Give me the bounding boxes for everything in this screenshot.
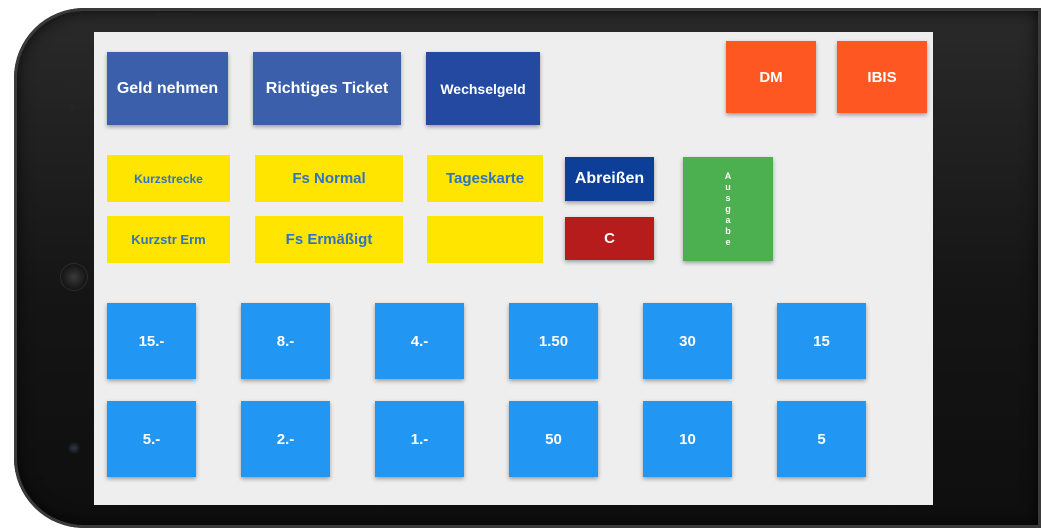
amount-button-8[interactable]: 8.- [241,303,330,379]
ausgabe-label-char: b [725,225,731,236]
kurzstrecke-button[interactable]: Kurzstrecke [107,155,230,202]
ausgabe-label-char: e [725,236,731,247]
amount-button-1[interactable]: 1.- [375,401,464,477]
amount-button-4[interactable]: 4.- [375,303,464,379]
dm-button[interactable]: DM [726,41,816,113]
tageskarte-button[interactable]: Tageskarte [427,155,543,202]
clear-button[interactable]: C [565,217,654,260]
wechselgeld-button[interactable]: Wechselgeld [426,52,540,125]
amount-button-1-50[interactable]: 1.50 [509,303,598,379]
ausgabe-label-char: g [725,203,731,214]
fs-ermaessigt-button[interactable]: Fs Ermäßigt [255,216,403,263]
empty-ticket-button[interactable] [427,216,543,263]
abreissen-button[interactable]: Abreißen [565,157,654,201]
ausgabe-label-char: s [725,192,731,203]
kurzstr-erm-button[interactable]: Kurzstr Erm [107,216,230,263]
amount-button-2[interactable]: 2.- [241,401,330,477]
richtiges-ticket-button[interactable]: Richtiges Ticket [253,52,401,125]
amount-button-10-cent[interactable]: 10 [643,401,732,477]
ausgabe-button[interactable]: A u s g a b e [683,157,773,261]
amount-button-15-cent[interactable]: 15 [777,303,866,379]
ausgabe-label-char: A [724,170,732,181]
fs-normal-button[interactable]: Fs Normal [255,155,403,202]
front-camera [68,442,80,454]
ibis-button[interactable]: IBIS [837,41,927,113]
ausgabe-label-char: u [725,181,731,192]
amount-button-5[interactable]: 5.- [107,401,196,477]
app-screen: Geld nehmen Richtiges Ticket Wechselgeld… [94,32,933,505]
sensor-dot [69,104,75,110]
geld-nehmen-button[interactable]: Geld nehmen [107,52,228,125]
sensor-dot [69,82,75,88]
amount-button-15[interactable]: 15.- [107,303,196,379]
power-button [154,13,194,17]
amount-button-30-cent[interactable]: 30 [643,303,732,379]
amount-button-50-cent[interactable]: 50 [509,401,598,477]
ausgabe-label-char: a [725,214,731,225]
speaker-grille [61,264,87,290]
amount-button-5-cent[interactable]: 5 [777,401,866,477]
